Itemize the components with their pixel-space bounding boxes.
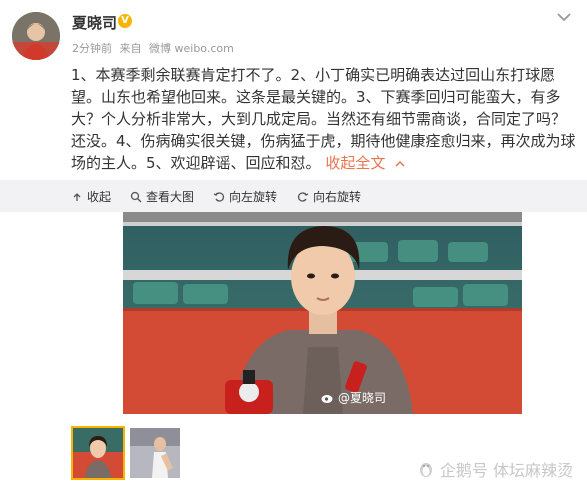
collapse-image-label: 收起	[87, 190, 112, 204]
view-large-button[interactable]: 查看大图	[130, 188, 194, 205]
image-watermark: @夏晓司	[321, 389, 386, 406]
penguin-logo-icon	[419, 463, 432, 477]
rotate-left-label: 向左旋转	[229, 190, 278, 204]
chevron-down-icon[interactable]	[555, 10, 573, 24]
rotate-right-button[interactable]: 向右旋转	[297, 188, 361, 205]
source-watermark: 企鹅号 体坛麻辣烫	[418, 457, 573, 481]
post-header: 夏晓司 V 2分钟前 来自 微博 weibo.com	[0, 0, 587, 64]
user-avatar[interactable]	[12, 12, 60, 60]
weibo-logo-icon	[321, 394, 333, 403]
post-content: 1、本赛季剩余联赛肯定打不了。2、小丁确实已明确表达过回山东打球愿望。山东也希望…	[71, 64, 577, 174]
thumbnail-active[interactable]	[71, 426, 125, 480]
rotate-left-button[interactable]: 向左旋转	[213, 188, 277, 205]
post-text: 1、本赛季剩余联赛肯定打不了。2、小丁确实已明确表达过回山东打球愿望。山东也希望…	[71, 66, 576, 172]
image-toolbar: 收起 查看大图 向左旋转 向右旋转	[0, 180, 587, 212]
post-image[interactable]: @夏晓司	[123, 212, 522, 414]
chevron-up-icon	[395, 160, 405, 167]
rotate-right-icon	[297, 191, 309, 202]
rotate-left-icon	[213, 191, 225, 202]
username[interactable]: 夏晓司	[72, 12, 117, 33]
search-icon	[130, 191, 142, 202]
post-time[interactable]: 2分钟前	[72, 42, 112, 55]
rotate-right-label: 向右旋转	[313, 190, 362, 204]
view-large-label: 查看大图	[146, 190, 195, 204]
collapse-link[interactable]: 收起全文	[325, 154, 406, 172]
watermark-text: @夏晓司	[337, 391, 386, 405]
collapse-image-button[interactable]: 收起	[71, 188, 111, 205]
source-prefix: 来自	[119, 42, 142, 55]
brand-text: 企鹅号 体坛麻辣烫	[439, 461, 573, 480]
thumbnail-2[interactable]	[130, 428, 180, 478]
collapse-label: 收起全文	[325, 154, 386, 172]
verified-badge-icon: V	[118, 14, 132, 28]
collapse-up-icon	[73, 192, 81, 201]
post-source[interactable]: 微博 weibo.com	[149, 42, 234, 55]
post-meta: 2分钟前 来自 微博 weibo.com	[72, 40, 238, 56]
